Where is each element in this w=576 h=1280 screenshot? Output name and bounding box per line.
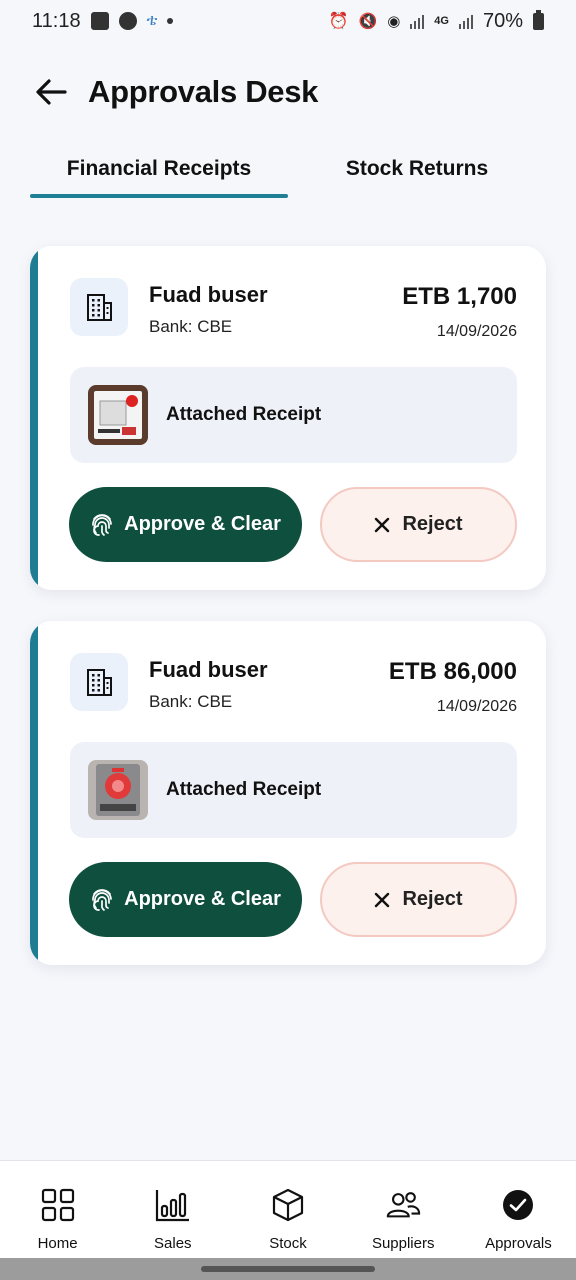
receipt-label: Attached Receipt bbox=[166, 779, 322, 800]
back-button[interactable] bbox=[34, 75, 68, 109]
battery-icon bbox=[533, 9, 544, 30]
nav-suppliers[interactable]: Suppliers bbox=[346, 1161, 461, 1258]
date: 14/09/2026 bbox=[436, 698, 517, 715]
fingerprint-icon bbox=[92, 888, 112, 911]
status-bar: 11:18 ቴ ⏰ 🔇 ◉ 4G 70% bbox=[0, 0, 576, 42]
nav-home[interactable]: Home bbox=[0, 1161, 115, 1258]
bottom-nav: Home Sales Stock Suppliers Approvals bbox=[0, 1160, 576, 1258]
receipt-label: Attached Receipt bbox=[166, 404, 322, 425]
building-icon bbox=[87, 294, 112, 321]
signal-icon-2 bbox=[458, 13, 473, 29]
tab-financial-receipts[interactable]: Financial Receipts bbox=[30, 140, 288, 198]
reject-button[interactable]: Reject bbox=[320, 487, 517, 562]
box-icon bbox=[270, 1187, 306, 1223]
battery-percent: 70% bbox=[482, 9, 523, 32]
nav-label: Home bbox=[37, 1235, 78, 1252]
attached-receipt[interactable]: Attached Receipt bbox=[70, 367, 517, 463]
arrow-left-icon bbox=[36, 79, 67, 105]
app-header: Approvals Desk bbox=[0, 66, 576, 118]
approval-card: Fuad buser Bank: CBE ETB 1,700 14/09/202… bbox=[30, 246, 546, 590]
nav-label: Suppliers bbox=[371, 1235, 435, 1252]
nav-approvals[interactable]: Approvals bbox=[461, 1161, 576, 1258]
approve-clear-button[interactable]: Approve & Clear bbox=[69, 862, 302, 937]
home-gesture-handle[interactable] bbox=[201, 1266, 375, 1272]
gallery-notification-icon bbox=[90, 12, 109, 30]
status-left: 11:18 ቴ bbox=[32, 9, 174, 33]
reject-label: Reject bbox=[402, 888, 463, 910]
nav-label: Stock bbox=[269, 1235, 307, 1252]
signal-icon bbox=[410, 13, 425, 29]
status-time: 11:18 bbox=[32, 9, 81, 32]
attached-receipt[interactable]: Attached Receipt bbox=[70, 742, 517, 838]
receipt-thumbnail[interactable] bbox=[88, 760, 148, 820]
approve-label: Approve & Clear bbox=[124, 888, 281, 910]
tab-bar: Financial Receipts Stock Returns bbox=[30, 140, 546, 200]
receipt-thumbnail[interactable] bbox=[88, 385, 148, 445]
bar-chart-icon bbox=[155, 1187, 191, 1223]
close-icon bbox=[375, 517, 390, 532]
alarm-icon: ⏰ bbox=[328, 13, 349, 30]
chat-notification-icon bbox=[118, 12, 137, 30]
network-type: 4G bbox=[434, 15, 449, 27]
page-title: Approvals Desk bbox=[88, 74, 319, 109]
more-notifications-icon bbox=[167, 18, 174, 24]
check-circle-icon bbox=[500, 1187, 536, 1223]
amount: ETB 1,700 bbox=[402, 283, 517, 310]
grid-icon bbox=[40, 1187, 76, 1223]
building-icon bbox=[87, 669, 112, 696]
nav-label: Sales bbox=[154, 1235, 192, 1252]
status-right: ⏰ 🔇 ◉ 4G 70% bbox=[328, 9, 544, 33]
bank-name: Bank: CBE bbox=[149, 692, 233, 711]
mute-icon: 🔇 bbox=[358, 13, 378, 30]
bank-icon-box bbox=[70, 278, 128, 336]
amount: ETB 86,000 bbox=[388, 658, 517, 685]
approve-label: Approve & Clear bbox=[124, 513, 281, 535]
nav-stock[interactable]: Stock bbox=[230, 1161, 345, 1258]
hotspot-icon: ◉ bbox=[387, 13, 401, 30]
nav-label: Approvals bbox=[485, 1235, 552, 1252]
bank-icon-box bbox=[70, 653, 128, 711]
approve-clear-button[interactable]: Approve & Clear bbox=[69, 487, 302, 562]
fingerprint-icon bbox=[92, 513, 112, 536]
date: 14/09/2026 bbox=[436, 323, 517, 340]
app-notification-icon: ቴ bbox=[146, 12, 158, 29]
payer-name: Fuad buser bbox=[149, 657, 268, 682]
reject-label: Reject bbox=[402, 513, 463, 535]
reject-button[interactable]: Reject bbox=[320, 862, 517, 937]
tab-stock-returns[interactable]: Stock Returns bbox=[288, 140, 546, 198]
payer-name: Fuad buser bbox=[149, 282, 268, 307]
approval-card: Fuad buser Bank: CBE ETB 86,000 14/09/20… bbox=[30, 621, 546, 965]
users-icon bbox=[385, 1187, 421, 1223]
nav-sales[interactable]: Sales bbox=[115, 1161, 230, 1258]
close-icon bbox=[375, 892, 390, 907]
bank-name: Bank: CBE bbox=[149, 317, 233, 336]
